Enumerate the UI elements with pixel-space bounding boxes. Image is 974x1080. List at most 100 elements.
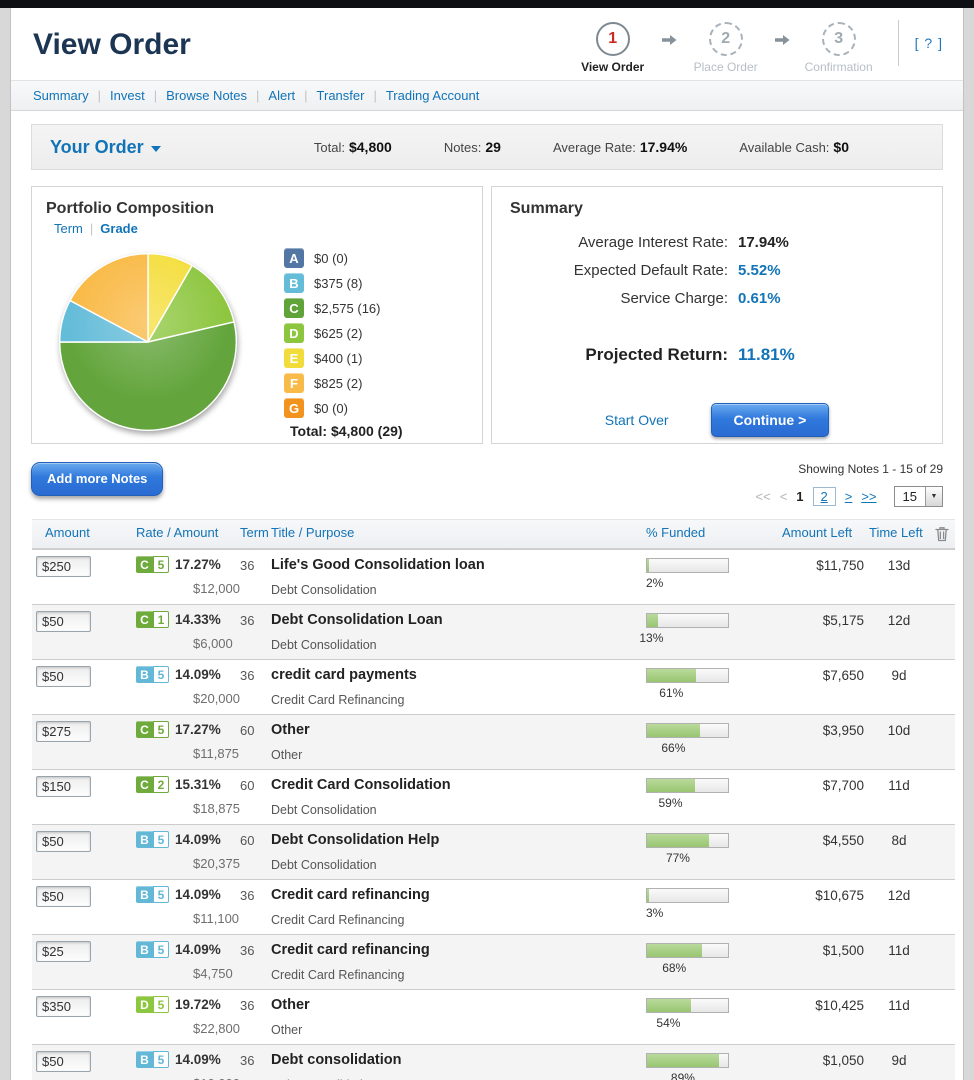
step-indicator: 1 View Order 2 Place Order 3 Confirmatio… — [570, 22, 882, 74]
add-more-notes-button[interactable]: Add more Notes — [31, 462, 163, 496]
invest-amount-input[interactable] — [36, 831, 91, 852]
legend-value: $0 (0) — [314, 251, 348, 266]
nav-item-alert[interactable]: Alert — [268, 88, 295, 103]
invest-amount-input[interactable] — [36, 996, 91, 1017]
funded-cell: 66% — [643, 721, 774, 757]
grade-badge: B 5 — [136, 886, 169, 903]
grade-letter: B — [136, 831, 153, 848]
col-header-rate-amount[interactable]: Rate / Amount — [129, 525, 235, 540]
loan-title-link[interactable]: Other — [271, 721, 643, 738]
invest-amount-input[interactable] — [36, 611, 91, 632]
invest-amount-input[interactable] — [36, 666, 91, 687]
loan-amount: $10,000 — [193, 1076, 235, 1080]
funded-progress-fill — [647, 669, 696, 682]
loan-title-link[interactable]: Debt consolidation — [271, 1051, 643, 1068]
funded-cell: 89% — [643, 1051, 774, 1080]
loan-title-link[interactable]: Other — [271, 996, 643, 1013]
loan-title-link[interactable]: Life's Good Consolidation loan — [271, 556, 643, 573]
loan-title-link[interactable]: Credit Card Consolidation — [271, 776, 643, 793]
step-1-circle: 1 — [596, 22, 630, 56]
step-3-circle: 3 — [822, 22, 856, 56]
loan-title-link[interactable]: Credit card refinancing — [271, 941, 643, 958]
table-body: C 5 17.27% $12,000 36 Life's Good Consol… — [32, 549, 955, 1080]
legend-item: E $400 (1) — [284, 348, 381, 368]
continue-button[interactable]: Continue > — [711, 403, 830, 437]
page: View Order 1 View Order 2 Place Order 3 … — [10, 8, 964, 1080]
table-row: B 5 14.09% $11,100 36 Credit card refina… — [32, 879, 955, 934]
loan-purpose: Credit Card Refinancing — [271, 693, 643, 707]
funded-percent-label: 3% — [646, 906, 663, 920]
col-header-title-purpose[interactable]: Title / Purpose — [267, 525, 643, 540]
table-header: Amount Rate / Amount Term Title / Purpos… — [32, 519, 955, 549]
invest-amount-input[interactable] — [36, 1051, 91, 1072]
nav-item-trading-account[interactable]: Trading Account — [386, 88, 479, 103]
grade-subgrade: 5 — [153, 886, 169, 903]
invest-amount-input[interactable] — [36, 721, 91, 742]
page-size-select[interactable]: 15 ▼ — [894, 486, 943, 507]
col-header-term[interactable]: Term — [235, 525, 267, 540]
help-link[interactable]: [ ? ] — [915, 35, 943, 51]
legend-item: D $625 (2) — [284, 323, 381, 343]
col-header-amount[interactable]: Amount — [32, 525, 129, 540]
interest-rate: 14.09% — [175, 887, 221, 902]
pagination-page-2[interactable]: 2 — [821, 489, 828, 504]
funded-progress-bar — [646, 668, 729, 683]
loan-amount: $4,750 — [193, 966, 235, 981]
nav-item-browse-notes[interactable]: Browse Notes — [166, 88, 247, 103]
interest-rate: 17.27% — [175, 722, 221, 737]
page-title: View Order — [33, 28, 191, 62]
legend-grade-swatch: D — [284, 323, 304, 343]
your-order-dropdown[interactable]: Your Order — [50, 137, 161, 158]
col-header-amount-left[interactable]: Amount Left — [774, 525, 869, 540]
loan-title-link[interactable]: Debt Consolidation Loan — [271, 611, 643, 628]
stat-value: 29 — [485, 139, 501, 155]
chevron-down-icon — [151, 146, 161, 152]
legend-item: C $2,575 (16) — [284, 298, 381, 318]
pagination-last[interactable]: >> — [861, 489, 876, 504]
loan-purpose: Credit Card Refinancing — [271, 968, 643, 982]
amount-left: $7,650 — [774, 666, 869, 683]
table-row: C 2 15.31% $18,875 60 Credit Card Consol… — [32, 769, 955, 824]
tab-grade[interactable]: Grade — [100, 221, 138, 236]
pagination-first[interactable]: << — [756, 489, 771, 504]
time-left: 13d — [869, 556, 929, 573]
nav-item-summary[interactable]: Summary — [33, 88, 89, 103]
pagination-next[interactable]: > — [845, 489, 853, 504]
step-view-order: 1 View Order — [570, 22, 656, 74]
loan-title-link[interactable]: Credit card refinancing — [271, 886, 643, 903]
loan-term: 36 — [235, 886, 267, 903]
funded-progress-fill — [647, 999, 691, 1012]
nav-item-transfer[interactable]: Transfer — [317, 88, 365, 103]
loan-purpose: Debt Consolidation — [271, 803, 643, 817]
loan-title-link[interactable]: credit card payments — [271, 666, 643, 683]
funded-progress-fill — [647, 944, 702, 957]
summary-row: Average Interest Rate: 17.94% — [510, 234, 924, 251]
legend-value: $0 (0) — [314, 401, 348, 416]
invest-amount-input[interactable] — [36, 886, 91, 907]
grade-subgrade: 5 — [153, 831, 169, 848]
loan-amount: $18,875 — [193, 801, 235, 816]
summary-row-value: 0.61% — [738, 290, 924, 307]
col-header-funded[interactable]: % Funded — [643, 525, 774, 540]
legend-value: $825 (2) — [314, 376, 362, 391]
interest-rate: 14.09% — [175, 1052, 221, 1067]
col-header-time-left[interactable]: Time Left — [869, 525, 929, 540]
tab-term[interactable]: Term — [54, 221, 83, 236]
loan-title-link[interactable]: Debt Consolidation Help — [271, 831, 643, 848]
pagination-prev[interactable]: < — [780, 489, 788, 504]
step-1-label: View Order — [581, 60, 644, 74]
pie-legend: A $0 (0) B $375 (8) C $2,575 (16) — [284, 248, 381, 443]
funded-progress-fill — [647, 779, 695, 792]
grade-badge: B 5 — [136, 831, 169, 848]
table-row: B 5 14.09% $20,375 60 Debt Consolidation… — [32, 824, 955, 879]
funded-cell: 77% — [643, 831, 774, 867]
start-over-link[interactable]: Start Over — [605, 412, 669, 428]
invest-amount-input[interactable] — [36, 776, 91, 797]
time-left: 11d — [869, 776, 929, 793]
nav-item-invest[interactable]: Invest — [110, 88, 145, 103]
legend-grade-swatch: C — [284, 298, 304, 318]
invest-amount-input[interactable] — [36, 941, 91, 962]
delete-all-button[interactable] — [929, 525, 955, 542]
invest-amount-input[interactable] — [36, 556, 91, 577]
funded-cell: 59% — [643, 776, 774, 812]
